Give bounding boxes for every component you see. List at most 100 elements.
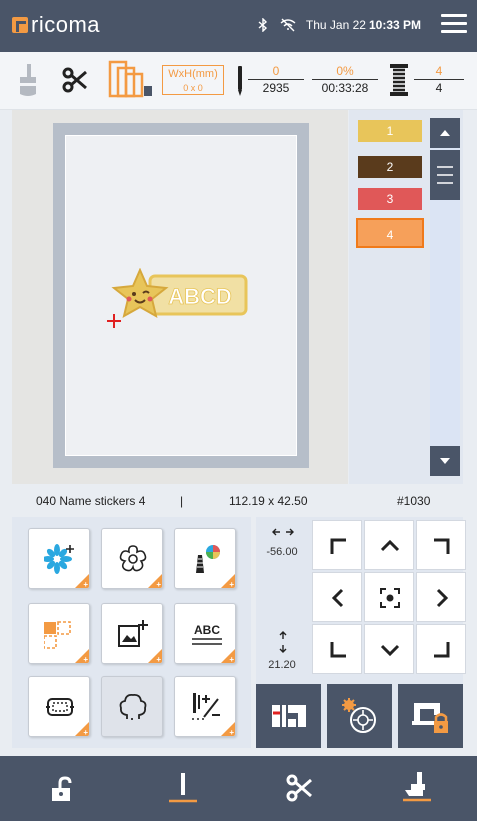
stitch-adjust-button[interactable]: + [174, 676, 236, 737]
horizontal-arrows-icon [272, 528, 294, 536]
presser-foot-icon [403, 772, 431, 802]
design-library-button[interactable]: + [101, 528, 163, 589]
flower-outline-icon [119, 545, 147, 572]
triangle-down-icon [440, 458, 450, 464]
move-right-button[interactable] [416, 572, 466, 622]
design-canvas[interactable]: ABCD [12, 110, 348, 484]
wifi-off-icon [280, 18, 296, 32]
color-chip-label: 1 [386, 124, 394, 138]
color-current: 4 [414, 64, 464, 80]
stitch-total: 2935 [262, 81, 290, 95]
thread-color-wheel-icon [196, 545, 220, 573]
move-up-left-button[interactable] [312, 520, 362, 570]
corner-up-right-icon [434, 538, 450, 554]
design-info-row: 040 Name stickers 4 | 112.19 x 42.50 #10… [0, 484, 477, 516]
design-dimensions: 112.19 x 42.50 [229, 494, 308, 508]
hamburger-menu-icon[interactable] [441, 14, 467, 36]
needle-mode-button[interactable] [119, 756, 238, 821]
text-lettering-button[interactable]: ABC + [174, 603, 236, 664]
machine-toolbar: WxH(mm) 0 x 0 0 2935 0% 00:33:28 4 4 [0, 52, 477, 110]
hoop-select-icon[interactable] [108, 60, 154, 98]
stitch-current: 0 [248, 64, 304, 80]
color-total: 4 [435, 81, 443, 95]
scroll-down-button[interactable] [430, 446, 460, 476]
thread-color-button[interactable]: + [174, 528, 236, 589]
needle-bar-icon [272, 705, 306, 727]
add-flower-icon [44, 544, 74, 574]
add-design-button[interactable]: + [28, 528, 90, 589]
triangle-up-icon [440, 130, 450, 136]
status-area: Thu Jan 22 10:33 PM [258, 18, 421, 32]
move-up-right-button[interactable] [416, 520, 466, 570]
sewing-machine-lock-icon [412, 703, 448, 733]
color-chip-2[interactable]: 2 [358, 156, 422, 178]
move-down-right-button[interactable] [416, 624, 466, 674]
bottom-nav-bar [0, 756, 477, 821]
design-size-box: WxH(mm) 0 x 0 [162, 65, 224, 95]
needle-icon [238, 66, 242, 96]
color-chip-4-selected[interactable]: 4 [356, 218, 424, 248]
color-sequence-panel: 1 2 3 4 [349, 110, 463, 484]
position-x-value: -56.00 [266, 546, 298, 558]
design-preview[interactable]: ABCD [110, 268, 250, 328]
chevron-left-icon [331, 588, 344, 608]
corner-down-right-icon [434, 642, 450, 658]
unlock-button[interactable] [0, 756, 119, 821]
color-scrollbar[interactable] [430, 118, 460, 476]
design-text: ABCD [168, 284, 232, 309]
needle-bar-button[interactable] [256, 684, 321, 748]
corner-down-left-icon [330, 642, 346, 658]
presser-foot-icon [20, 64, 36, 96]
chevron-right-icon [436, 588, 449, 608]
color-chip-3[interactable]: 3 [358, 188, 422, 210]
color-chip-label: 4 [386, 228, 394, 242]
svg-text:ABC: ABC [194, 623, 220, 637]
scroll-up-button[interactable] [430, 118, 460, 148]
chevron-up-icon [380, 539, 400, 552]
abc-text-icon: ABC [192, 623, 222, 645]
size-value: 0 x 0 [183, 83, 203, 93]
needle-position-marker-icon [107, 314, 121, 328]
move-up-button[interactable] [364, 520, 414, 570]
machine-lock-button[interactable] [398, 684, 463, 748]
needle-mode-icon [169, 773, 197, 803]
move-down-button[interactable] [364, 624, 414, 674]
status-time: 10:33 PM [368, 18, 421, 32]
progress-counter: 0% 00:33:28 [312, 64, 378, 95]
trim-button[interactable] [238, 756, 357, 821]
time-remaining: 00:33:28 [321, 81, 369, 95]
unlock-icon [52, 776, 72, 801]
center-design-button[interactable] [364, 572, 414, 622]
presser-foot-button[interactable] [357, 756, 476, 821]
size-label: WxH(mm) [168, 68, 218, 80]
design-name: 040 Name stickers 4 [36, 494, 146, 508]
hoop-frame-button[interactable]: + [28, 676, 90, 737]
design-id: #1030 [397, 494, 431, 508]
drag-handle-icon [437, 166, 453, 184]
cloud-outline-icon [119, 693, 147, 720]
color-counter: 4 4 [414, 64, 464, 95]
embroidery-settings-button[interactable] [327, 684, 392, 748]
corner-up-left-icon [330, 538, 346, 554]
chevron-down-icon [380, 644, 400, 657]
select-region-button[interactable]: + [28, 603, 90, 664]
center-focus-icon [380, 588, 400, 608]
scroll-thumb[interactable] [430, 150, 460, 200]
scissors-icon [286, 774, 312, 802]
status-date: Thu Jan 22 [305, 18, 366, 32]
color-chip-1[interactable]: 1 [358, 120, 422, 142]
color-chip-label: 2 [386, 160, 394, 174]
gear-flower-icon [342, 698, 376, 733]
trim-thread-icon[interactable] [62, 66, 90, 94]
outline-shape-button[interactable] [101, 676, 163, 737]
vertical-arrows-icon [279, 631, 287, 653]
brand-name: ricoma [31, 12, 101, 37]
bluetooth-icon [258, 18, 267, 32]
move-left-button[interactable] [312, 572, 362, 622]
select-region-icon [44, 621, 71, 649]
add-image-button[interactable]: + [101, 603, 163, 664]
info-separator: | [180, 494, 184, 508]
add-image-icon [118, 620, 148, 647]
move-down-left-button[interactable] [312, 624, 362, 674]
progress-percent: 0% [312, 64, 378, 80]
